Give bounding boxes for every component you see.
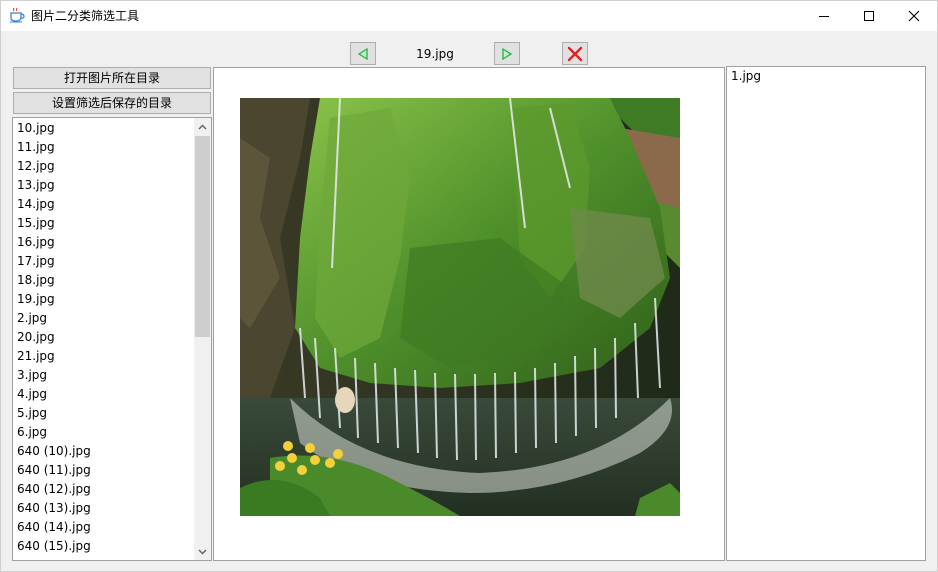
image-file-list[interactable]: 10.jpg 11.jpg 12.jpg 13.jpg 14.jpg 15.jpg 16.j… xyxy=(12,117,212,561)
file-list-items: 10.jpg 11.jpg 12.jpg 13.jpg 14.jpg 15.jpg 16.j… xyxy=(13,119,193,556)
minimize-button[interactable] xyxy=(801,1,847,31)
file-list-item[interactable]: 19.jpg xyxy=(13,290,193,309)
file-list-item[interactable]: 3.jpg xyxy=(13,366,193,385)
selected-file-items: 1.jpg xyxy=(727,67,925,86)
selected-file-item[interactable]: 1.jpg xyxy=(727,67,925,86)
file-list-item[interactable]: 14.jpg xyxy=(13,195,193,214)
file-list-item[interactable]: 20.jpg xyxy=(13,328,193,347)
file-list-item[interactable]: 17.jpg xyxy=(13,252,193,271)
image-preview-panel xyxy=(213,67,725,561)
file-list-item[interactable]: 18.jpg xyxy=(13,271,193,290)
open-image-dir-button[interactable]: 打开图片所在目录 xyxy=(13,67,211,89)
file-list-item[interactable]: 4.jpg xyxy=(13,385,193,404)
minimize-icon xyxy=(819,16,829,17)
chevron-up-icon xyxy=(198,124,207,129)
next-image-button[interactable] xyxy=(494,42,520,65)
file-list-item[interactable]: 5.jpg xyxy=(13,404,193,423)
file-list-item[interactable]: 2.jpg xyxy=(13,309,193,328)
file-list-item[interactable]: 16.jpg xyxy=(13,233,193,252)
preview-image xyxy=(240,98,680,516)
scroll-down-button[interactable] xyxy=(194,543,211,560)
file-list-item[interactable]: 640 (15).jpg xyxy=(13,537,193,556)
red-x-icon xyxy=(567,46,583,61)
scroll-up-button[interactable] xyxy=(194,118,211,135)
file-list-item[interactable]: 6.jpg xyxy=(13,423,193,442)
file-list-item[interactable]: 10.jpg xyxy=(13,119,193,138)
title-bar[interactable]: 图片二分类筛选工具 xyxy=(1,1,937,31)
maximize-icon xyxy=(864,11,874,21)
file-list-item[interactable]: 640 (12).jpg xyxy=(13,480,193,499)
current-file-name: 19.jpg xyxy=(416,47,454,61)
delete-image-button[interactable] xyxy=(562,42,588,65)
app-window: 图片二分类筛选工具 19.jpg 打开图片所在目录 设置筛选后保存的目录 10.… xyxy=(0,0,938,572)
maximize-button[interactable] xyxy=(846,1,892,31)
triangle-right-icon xyxy=(502,47,513,60)
file-list-item[interactable]: 12.jpg xyxy=(13,157,193,176)
coffee-cup-icon xyxy=(9,7,25,23)
file-list-item[interactable]: 640 (14).jpg xyxy=(13,518,193,537)
file-list-item[interactable]: 640 (11).jpg xyxy=(13,461,193,480)
set-save-dir-button[interactable]: 设置筛选后保存的目录 xyxy=(13,92,211,114)
file-list-item[interactable]: 13.jpg xyxy=(13,176,193,195)
scroll-thumb[interactable] xyxy=(195,136,210,337)
chevron-down-icon xyxy=(198,549,207,554)
close-button[interactable] xyxy=(891,1,937,31)
file-list-item[interactable]: 11.jpg xyxy=(13,138,193,157)
close-icon xyxy=(908,10,920,22)
file-list-item[interactable]: 640 (10).jpg xyxy=(13,442,193,461)
list-scrollbar[interactable] xyxy=(194,118,211,560)
window-title: 图片二分类筛选工具 xyxy=(31,9,140,23)
previous-image-button[interactable] xyxy=(350,42,376,65)
file-list-item[interactable]: 640 (13).jpg xyxy=(13,499,193,518)
selected-file-list[interactable]: 1.jpg xyxy=(726,66,926,561)
file-list-item[interactable]: 21.jpg xyxy=(13,347,193,366)
triangle-left-icon xyxy=(357,47,368,60)
file-list-item[interactable]: 15.jpg xyxy=(13,214,193,233)
